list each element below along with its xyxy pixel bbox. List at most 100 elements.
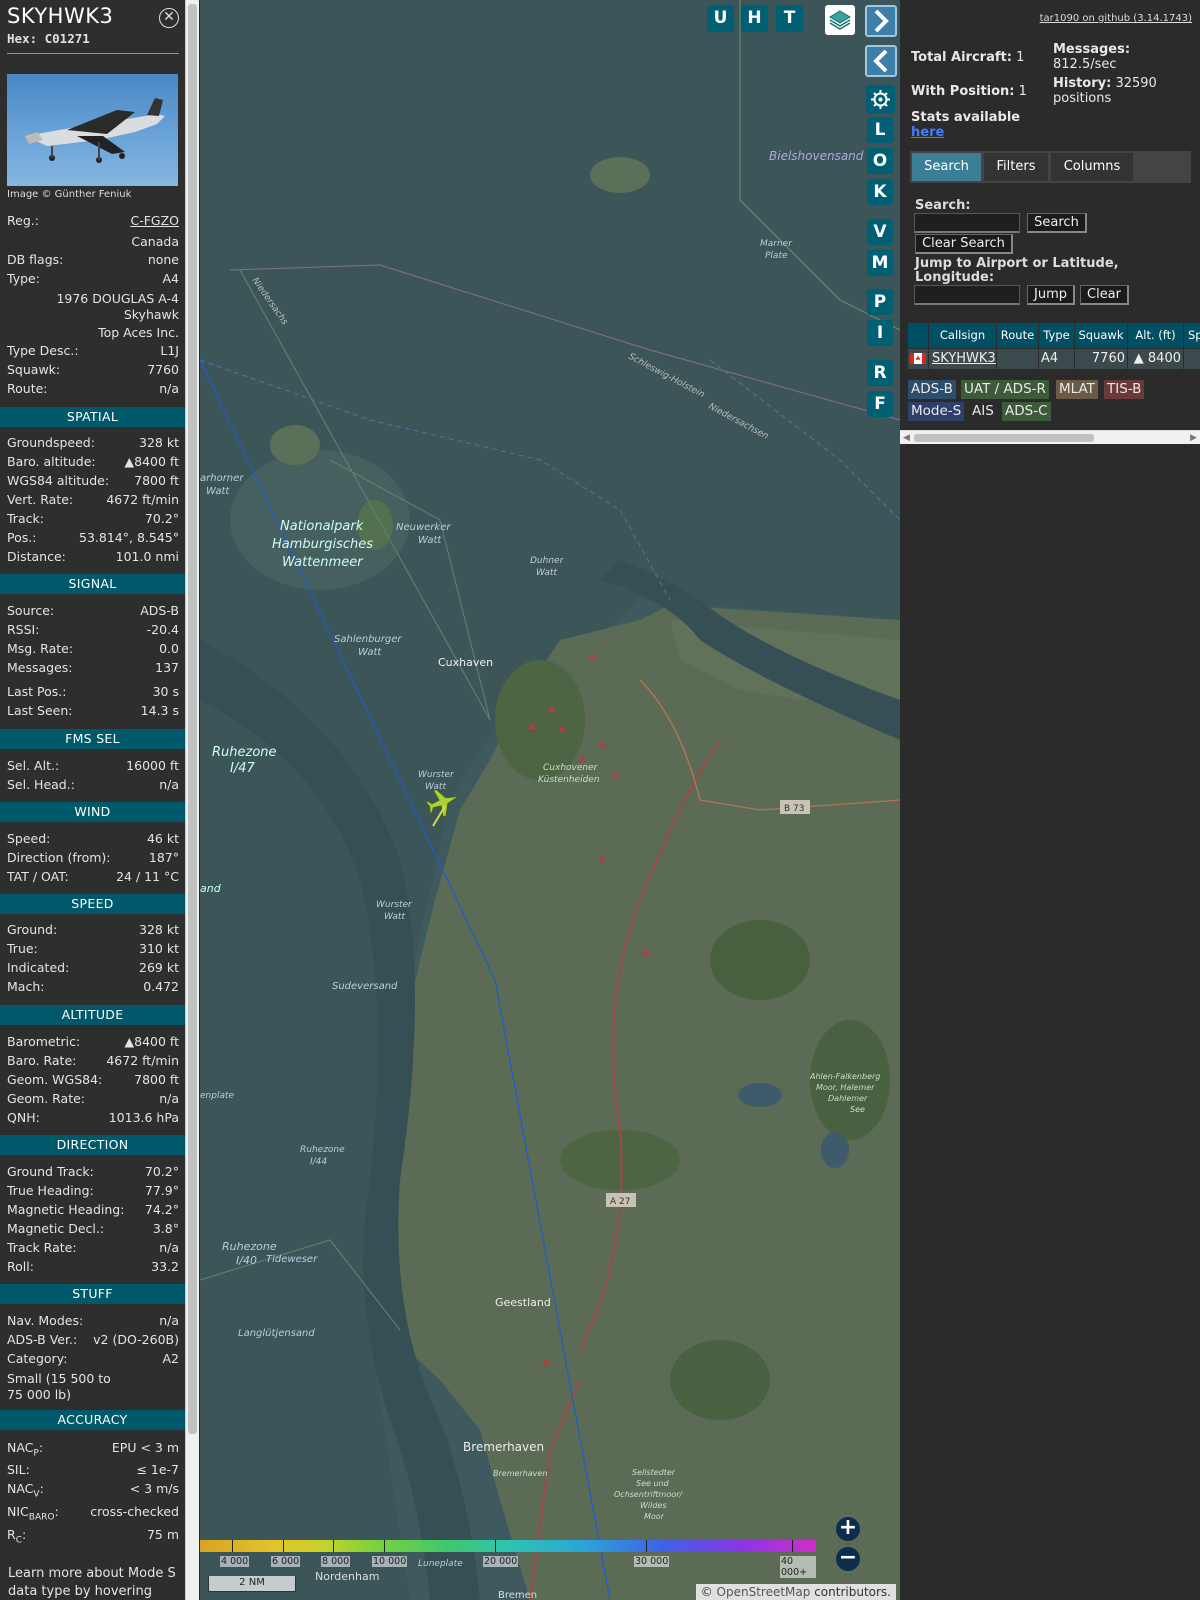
legend-tick (232, 1540, 233, 1552)
route-value: n/a (159, 381, 179, 396)
source-chip-uat-ads-r[interactable]: UAT / ADS-R (961, 380, 1049, 399)
direction-label: Track Rate: (7, 1240, 77, 1255)
osm-link[interactable]: OpenStreetMap (717, 1585, 811, 1599)
altitude-row: Barometric: ▲8400 ft (7, 1033, 179, 1051)
info-panel-scrollbar[interactable] (185, 0, 199, 1600)
search-input[interactable] (914, 213, 1020, 233)
legend-label: 10 000 (372, 1556, 408, 1567)
nacv-label: NACV: (7, 1481, 44, 1500)
aircraft-photo[interactable] (7, 74, 178, 186)
info-scroll-thumb[interactable] (188, 4, 197, 1434)
spatial-row: Distance: 101.0 nmi (7, 548, 179, 566)
stats-here-link[interactable]: here (911, 125, 944, 140)
settings-button[interactable] (866, 85, 895, 114)
table-scroll-thumb[interactable] (914, 434, 1094, 442)
table-header-callsign[interactable]: Callsign (929, 323, 996, 348)
label-ruhezone44-1: Ruhezone (300, 1145, 345, 1155)
source-chip-mlat[interactable]: MLAT (1056, 380, 1098, 399)
collapse-left-button[interactable] (865, 45, 897, 77)
source-chip-mode-s[interactable]: Mode-S (908, 402, 965, 421)
legend-tick (384, 1540, 385, 1552)
photo-credit: Image © Günther Feniuk (7, 189, 132, 200)
map-button-u[interactable]: U (707, 5, 734, 32)
map-button-l[interactable]: L (867, 117, 893, 143)
wind-value: 187° (148, 850, 179, 865)
scroll-right-icon[interactable]: ▶ (1190, 431, 1197, 445)
source-chip-ads-c[interactable]: ADS-C (1002, 402, 1051, 421)
direction-value: n/a (159, 1240, 179, 1255)
label-marner-2: Plate (765, 251, 788, 261)
fms-value: n/a (159, 777, 179, 792)
table-horizontal-scrollbar[interactable]: ◀ ▶ (900, 430, 1200, 444)
source-chip-ais[interactable]: AIS (969, 402, 997, 421)
map-button-m[interactable]: M (867, 250, 893, 276)
direction-row: Ground Track: 70.2° (7, 1163, 179, 1181)
jump-input[interactable] (914, 285, 1020, 305)
zoom-out-button[interactable]: − (836, 1547, 860, 1571)
signal-label: Last Seen: (7, 703, 73, 718)
reg-link[interactable]: C-FGZO (130, 212, 179, 230)
clear-search-button[interactable]: Clear Search (915, 234, 1013, 254)
tab-search[interactable]: Search (912, 153, 981, 181)
signal-value: 30 s (152, 684, 179, 699)
layers-button[interactable] (825, 5, 855, 35)
spatial-label: Pos.: (7, 530, 37, 545)
nicbaro-value: cross-checked (90, 1504, 179, 1519)
app-root: SKYHWK3 Hex: C01271 ✕ Image © Günther Fe… (0, 0, 1200, 1600)
map-button-p[interactable]: P (867, 289, 893, 315)
table-header-altitude[interactable]: Alt. (ft) (1128, 323, 1183, 348)
close-icon[interactable]: ✕ (159, 8, 179, 28)
model-line-2: Skyhawk (123, 307, 179, 322)
map-button-h[interactable]: H (741, 5, 768, 32)
expand-right-button[interactable] (865, 5, 897, 37)
stats-link-block: Stats available here (911, 110, 1020, 140)
tab-filters[interactable]: Filters (984, 153, 1048, 181)
squawk-value: 7760 (147, 362, 179, 377)
wind-label: Speed: (7, 831, 51, 846)
dbflags-row: DB flags: none (7, 251, 179, 269)
table-header-squawk[interactable]: Squawk (1075, 323, 1127, 348)
label-duhner-1: Duhner (530, 556, 565, 566)
altitude-row: Geom. WGS84: 7800 ft (7, 1071, 179, 1089)
version-link[interactable]: tar1090 on github (3.14.1743) (1040, 13, 1192, 24)
table-header-route[interactable]: Route (997, 323, 1038, 348)
map-button-i[interactable]: I (867, 320, 893, 346)
table-header-type[interactable]: Type (1039, 323, 1074, 348)
nav-modes-label: Nav. Modes: (7, 1313, 84, 1328)
direction-label: Magnetic Heading: (7, 1202, 125, 1217)
tab-columns[interactable]: Columns (1051, 153, 1133, 181)
map-canvas[interactable]: Cuxhaven Geestland Bremerhaven Nordenham… (200, 0, 900, 1600)
signal-label: Messages: (7, 660, 73, 675)
source-chip-tis-b[interactable]: TIS-B (1104, 380, 1145, 399)
map-button-t[interactable]: T (776, 5, 803, 32)
label-neuwerker-2: Watt (418, 535, 442, 546)
sil-value: ≤ 1e-7 (136, 1462, 179, 1477)
direction-row: Roll: 33.2 (7, 1258, 179, 1276)
wind-row: Direction (from): 187° (7, 849, 179, 867)
clear-jump-button[interactable]: Clear (1080, 285, 1129, 305)
jump-button[interactable]: Jump (1027, 285, 1075, 305)
dbflags-label: DB flags: (7, 252, 64, 267)
map-button-r[interactable]: R (867, 360, 893, 386)
direction-value: 33.2 (151, 1259, 179, 1274)
jump-label-1: Jump to Airport or Latitude, (915, 256, 1119, 271)
zoom-in-button[interactable]: + (836, 1517, 860, 1541)
scroll-left-icon[interactable]: ◀ (903, 431, 910, 445)
map-button-f[interactable]: F (867, 391, 893, 417)
section-altitude: ALTITUDE (0, 1005, 185, 1025)
signal-label: Msg. Rate: (7, 641, 74, 656)
map-view[interactable]: Cuxhaven Geestland Bremerhaven Nordenham… (200, 0, 900, 1600)
reg-row: Reg.: C-FGZO (7, 212, 179, 230)
search-button[interactable]: Search (1027, 213, 1087, 233)
label-land: and (200, 882, 222, 895)
wind-label: TAT / OAT: (7, 869, 69, 884)
map-button-o[interactable]: O (867, 148, 893, 174)
map-button-v[interactable]: V (867, 219, 893, 245)
map-button-k[interactable]: K (867, 179, 893, 205)
source-chip-ads-b[interactable]: ADS-B (908, 380, 956, 399)
row-callsign[interactable]: SKYHWK3 (929, 349, 996, 369)
label-ruhezone44-2: I/44 (310, 1157, 327, 1167)
section-spatial: SPATIAL (0, 407, 185, 427)
table-header-speed[interactable]: Sp (1184, 323, 1200, 348)
signal-value: 14.3 s (140, 703, 179, 718)
